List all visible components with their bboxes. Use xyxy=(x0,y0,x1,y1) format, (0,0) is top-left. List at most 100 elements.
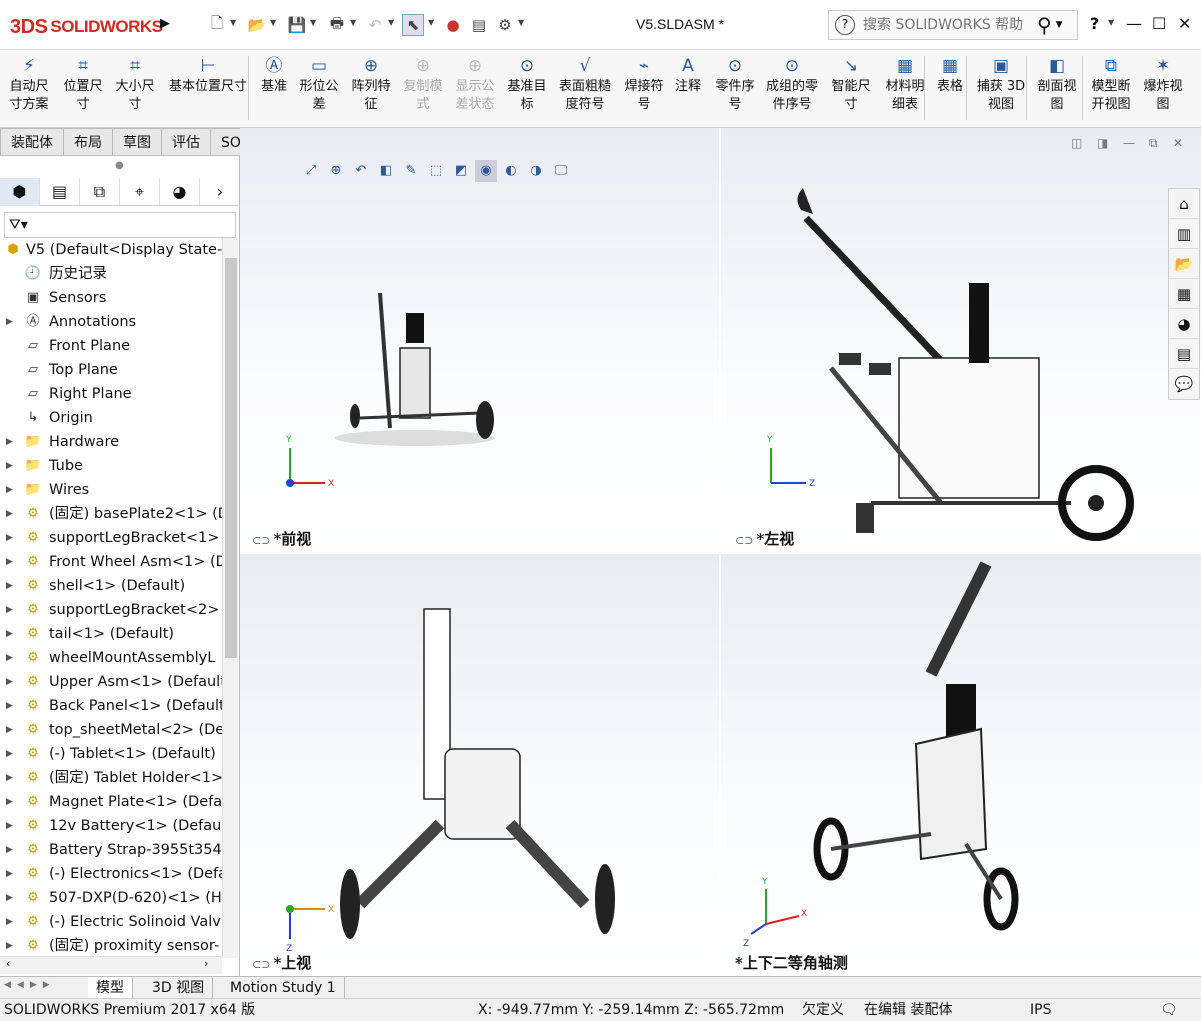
print-icon[interactable]: 🖶 xyxy=(326,14,348,36)
file-explorer-icon[interactable]: 📂 xyxy=(1169,249,1199,279)
ribbon-button-5[interactable]: Ⓐ 基准 xyxy=(256,54,292,96)
graphics-area[interactable]: ⤢ ⊕ ↶ ◧ ✎ ⬚ ◩ ◉ ◐ ◑ 🖵 Y X ⊂⊃ *前视 ◫ ◨ — ⧉… xyxy=(240,128,1201,976)
new-document-icon[interactable]: 🗋 xyxy=(206,14,228,36)
chevron-down-icon[interactable]: ▼ xyxy=(388,18,394,27)
tree-node[interactable]: ↳ Origin xyxy=(0,406,222,430)
viewport-dimetric[interactable]: Y X Z *上下二等角轴测 xyxy=(721,554,1201,976)
tree-node[interactable]: ▶ ⚙ Front Wheel Asm<1> (D xyxy=(0,550,222,574)
tree-node[interactable]: ▶ ⚙ 12v Battery<1> (Defaul xyxy=(0,814,222,838)
expand-arrow-icon[interactable]: ▶ xyxy=(6,910,13,934)
viewport-top[interactable]: Z X ⊂⊃ *上视 xyxy=(240,554,719,976)
open-icon[interactable]: 📂 xyxy=(246,14,268,36)
solidworks-logo[interactable]: 3DS SOLIDWORKS xyxy=(10,12,163,42)
ribbon-button-8[interactable]: ⊕ 复制模式 xyxy=(398,54,448,114)
ribbon-button-15[interactable]: ⊙ 成组的零 件序号 xyxy=(762,54,822,114)
viewport-left[interactable]: ◫ ◨ — ⧉ ✕ Y Z ⊂⊃ *左视 xyxy=(721,128,1201,552)
tab-model[interactable]: 模型 xyxy=(88,977,133,999)
expand-arrow-icon[interactable]: ▶ xyxy=(6,646,13,670)
custom-properties-icon[interactable]: ▤ xyxy=(1169,339,1199,369)
tab-4[interactable]: 评估 xyxy=(162,128,211,156)
expand-arrow-icon[interactable]: ▶ xyxy=(6,886,13,910)
minimize-button[interactable]: — xyxy=(1126,14,1142,33)
tab-nav-arrows-icon[interactable]: ◀◀▶▶ xyxy=(4,980,56,990)
tab-2[interactable]: 布局 xyxy=(64,128,113,156)
ribbon-button-17[interactable]: ▦ 材料明 细表 xyxy=(880,54,930,114)
display-manager-tab-icon[interactable]: ◕ xyxy=(160,178,200,206)
tree-node[interactable]: ▶ 📁 Tube xyxy=(0,454,222,478)
tree-node[interactable]: ▶ 📁 Hardware xyxy=(0,430,222,454)
ribbon-button-1[interactable]: ⚡ 自动尺 寸方案 xyxy=(4,54,54,114)
chevron-down-icon[interactable]: ▼ xyxy=(428,18,434,27)
expand-arrow-icon[interactable]: ▶ xyxy=(6,574,13,598)
help-search-box[interactable]: ? ⚲ ▼ xyxy=(828,10,1078,40)
select-pointer-icon[interactable]: ⬉ xyxy=(402,14,424,36)
expand-arrow-icon[interactable]: ▶ xyxy=(6,550,13,574)
tree-node[interactable]: ▶ ⚙ supportLegBracket<2> xyxy=(0,598,222,622)
tree-node[interactable]: ▶ Ⓐ Annotations xyxy=(0,310,222,334)
tree-node[interactable]: ▶ ⚙ 507-DXP(D-620)<1> (H xyxy=(0,886,222,910)
tree-node[interactable]: ▶ ⚙ (固定) basePlate2<1> (D xyxy=(0,502,222,526)
expand-arrow-icon[interactable]: ▶ xyxy=(6,838,13,862)
tab-1[interactable]: 装配体 xyxy=(0,128,64,156)
tree-node[interactable]: ▶ ⚙ (-) Electronics<1> (Defa xyxy=(0,862,222,886)
tree-node[interactable]: ▶ ⚙ wheelMountAssemblyL xyxy=(0,646,222,670)
expand-arrow-icon[interactable]: ▶ xyxy=(6,502,13,526)
ribbon-button-6[interactable]: ▭ 形位公差 xyxy=(294,54,344,114)
ribbon-button-21[interactable]: ⧉ 模型断 开视图 xyxy=(1086,54,1136,114)
expand-arrow-icon[interactable]: ▶ xyxy=(6,622,13,646)
tree-node[interactable]: ▶ ⚙ top_sheetMetal<2> (De xyxy=(0,718,222,742)
ribbon-button-22[interactable]: ✶ 爆炸视图 xyxy=(1138,54,1188,114)
solidworks-resources-home-icon[interactable]: ⌂ xyxy=(1169,189,1199,219)
ribbon-button-4[interactable]: ⊢ 基本位置尺寸 xyxy=(162,54,254,96)
tree-node[interactable]: ▶ ⚙ Battery Strap-3955t354 xyxy=(0,838,222,862)
expand-arrow-icon[interactable]: ▶ xyxy=(6,814,13,838)
tree-node[interactable]: 🕘 历史记录 xyxy=(0,262,222,286)
tree-node[interactable]: ▶ ⚙ (固定) proximity sensor- xyxy=(0,934,222,958)
expand-arrow-icon[interactable]: ▶ xyxy=(6,430,13,454)
expand-arrow-icon[interactable]: ▶ xyxy=(6,310,13,334)
chevron-down-icon[interactable]: ▼ xyxy=(310,18,316,27)
ribbon-button-2[interactable]: ⌗ 位置尺寸 xyxy=(58,54,108,114)
tree-node[interactable]: ⬢ V5 (Default<Display State- xyxy=(0,238,222,262)
appearances-scenes-icon[interactable]: ◕ xyxy=(1169,309,1199,339)
expand-arrow-icon[interactable]: ▶ xyxy=(6,742,13,766)
view-label-front[interactable]: ⊂⊃ *前视 xyxy=(252,528,311,549)
tree-node[interactable]: ▶ ⚙ (-) Electric Solinoid Valv xyxy=(0,910,222,934)
chevron-down-icon[interactable]: ▼ xyxy=(1056,20,1063,30)
tree-node[interactable]: ▶ ⚙ Back Panel<1> (Default) xyxy=(0,694,222,718)
ribbon-button-13[interactable]: A 注释 xyxy=(670,54,706,96)
ribbon-button-19[interactable]: ▣ 捕获 3D 视图 xyxy=(972,54,1030,114)
tree-node[interactable]: ▶ ⚙ tail<1> (Default) xyxy=(0,622,222,646)
expand-arrow-icon[interactable]: ▶ xyxy=(6,670,13,694)
tree-node[interactable]: ▶ ⚙ Magnet Plate<1> (Defa xyxy=(0,790,222,814)
expand-arrow-icon[interactable]: ▶ xyxy=(6,694,13,718)
ribbon-button-7[interactable]: ⊕ 阵列特征 xyxy=(346,54,396,114)
chevron-down-icon[interactable]: ▼ xyxy=(350,18,356,27)
menu-expand-icon[interactable]: ▶ xyxy=(160,16,170,31)
scrollbar-thumb[interactable] xyxy=(225,258,237,658)
rebuild-traffic-light-icon[interactable]: ● xyxy=(442,14,464,36)
ribbon-button-14[interactable]: ⊙ 零件序号 xyxy=(710,54,760,114)
dimxpert-tab-icon[interactable]: ⌖ xyxy=(120,178,160,206)
tab-3d-views[interactable]: 3D 视图 xyxy=(144,977,214,999)
expand-arrow-icon[interactable]: ▶ xyxy=(6,790,13,814)
ribbon-button-3[interactable]: ⌗ 大小尺寸 xyxy=(110,54,160,114)
tree-node[interactable]: ▱ Top Plane xyxy=(0,358,222,382)
tab-3[interactable]: 草图 xyxy=(113,128,162,156)
ribbon-button-12[interactable]: ⌁ 焊接符号 xyxy=(620,54,668,114)
close-button[interactable]: ✕ xyxy=(1178,14,1191,33)
ribbon-button-9[interactable]: ⊕ 显示公 差状态 xyxy=(450,54,500,114)
expand-arrow-icon[interactable]: ▶ xyxy=(6,862,13,886)
expand-arrow-icon[interactable]: ▶ xyxy=(6,766,13,790)
expand-arrow-icon[interactable]: ▶ xyxy=(6,718,13,742)
chevron-right-icon[interactable]: › xyxy=(200,178,240,206)
expand-arrow-icon[interactable]: ▶ xyxy=(6,478,13,502)
chevron-down-icon[interactable]: ▼ xyxy=(1108,18,1114,27)
help-search-input[interactable] xyxy=(863,17,1033,33)
expand-arrow-icon[interactable]: ▶ xyxy=(6,454,13,478)
ribbon-button-10[interactable]: ⊙ 基准目标 xyxy=(502,54,552,114)
save-icon[interactable]: 💾 xyxy=(286,14,308,36)
tree-node[interactable]: ▣ Sensors xyxy=(0,286,222,310)
tree-node[interactable]: ▶ ⚙ Upper Asm<1> (Default xyxy=(0,670,222,694)
tree-node[interactable]: ▶ ⚙ (固定) Tablet Holder<1> xyxy=(0,766,222,790)
